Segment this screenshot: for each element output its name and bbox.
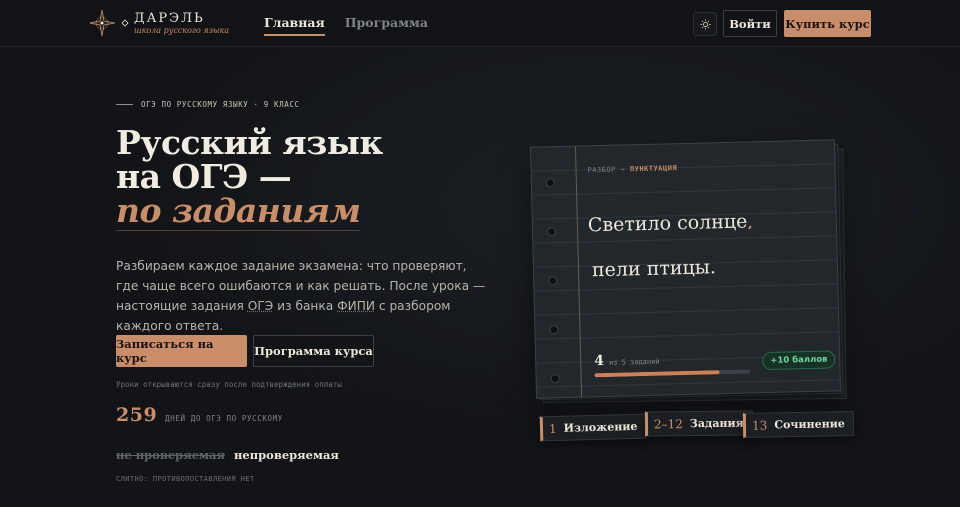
notebook-card-stack: РАЗБОР → ПУНКТУАЦИЯ Светило солнце,, пел… bbox=[529, 139, 847, 404]
eyebrow-dash bbox=[116, 104, 133, 105]
task-progress: 4 из 5 заданий bbox=[594, 349, 755, 378]
tag-label: Задания bbox=[689, 416, 744, 431]
score-badge: +10 баллов bbox=[762, 350, 836, 371]
spelling-rule-note: СЛИТНО: ПРОТИВОПОСТАВЛЕНИЯ НЕТ bbox=[116, 475, 255, 483]
hero-title: Русский язык на ОГЭ — по заданиям bbox=[116, 123, 476, 231]
tag-essay-summary[interactable]: 1 Изложение bbox=[539, 413, 647, 442]
lead-term-fipi: ФИПИ bbox=[337, 299, 375, 313]
countdown-value: 259 bbox=[116, 404, 158, 426]
lead-text-2: из банка bbox=[273, 299, 338, 313]
course-program-button[interactable]: Программа курса bbox=[253, 335, 374, 367]
tag-label: Сочинение bbox=[774, 417, 845, 432]
binder-hole bbox=[549, 325, 559, 335]
tag-label: Изложение bbox=[563, 419, 638, 435]
tag-composition[interactable]: 13 Сочинение bbox=[742, 411, 855, 438]
spelling-correct: непроверяемая bbox=[233, 448, 339, 462]
enroll-button[interactable]: Записаться на курс bbox=[116, 335, 247, 367]
binder-hole bbox=[550, 374, 560, 384]
hero-eyebrow: ОГЭ ПО РУССКОМУ ЯЗЫКУ · 9 КЛАСС bbox=[116, 100, 300, 109]
theme-toggle-button[interactable] bbox=[693, 12, 717, 36]
card-sentence-line2: пели птицы. bbox=[591, 256, 717, 282]
payment-note: Уроки открываются сразу после подтвержде… bbox=[116, 380, 342, 389]
lead-term-oge: ОГЭ bbox=[247, 299, 274, 313]
hero-title-line1: Русский язык bbox=[116, 123, 383, 162]
card-sentence-line1: Светило солнце,, bbox=[588, 210, 750, 236]
exam-countdown: 259 ДНЕЙ ДО ОГЭ ПО РУССКОМУ bbox=[116, 404, 283, 426]
logo[interactable]: ДАРЭЛЬ школа русского языка bbox=[90, 9, 229, 37]
binder-hole bbox=[548, 276, 558, 286]
sun-icon bbox=[699, 18, 711, 30]
binder-hole bbox=[545, 178, 555, 188]
nav-item-home[interactable]: Главная bbox=[264, 15, 325, 36]
notebook-margin-line bbox=[574, 146, 583, 397]
tag-number: 13 bbox=[751, 418, 768, 433]
spelling-wrong: не проверяемая bbox=[116, 448, 225, 462]
eyebrow-text: ОГЭ ПО РУССКОМУ ЯЗЫКУ · 9 КЛАСС bbox=[141, 100, 300, 109]
logo-subtitle: школа русского языка bbox=[134, 25, 230, 35]
nav-item-program[interactable]: Программа bbox=[345, 15, 428, 36]
spelling-example: не проверяемая непроверяемая bbox=[116, 448, 339, 462]
notebook-card: РАЗБОР → ПУНКТУАЦИЯ Светило солнце,, пел… bbox=[529, 139, 842, 399]
main-nav: Главная Программа bbox=[264, 15, 428, 36]
progress-value: 4 bbox=[594, 353, 605, 370]
compass-star-icon bbox=[90, 9, 129, 37]
tag-number: 2–12 bbox=[653, 416, 683, 431]
site-header: ДАРЭЛЬ школа русского языка Главная Прог… bbox=[0, 0, 960, 47]
progress-label: из 5 заданий bbox=[608, 357, 660, 367]
hero-lead: Разбираем каждое задание экзамена: что п… bbox=[116, 256, 486, 336]
comma-mark: ,, bbox=[747, 216, 750, 232]
card-breadcrumb: РАЗБОР → ПУНКТУАЦИЯ bbox=[587, 164, 677, 174]
tag-number: 1 bbox=[548, 421, 557, 436]
card-sentence-text1: Светило солнце bbox=[587, 210, 748, 237]
card-breadcrumb-topic: ПУНКТУАЦИЯ bbox=[629, 164, 678, 174]
binder-hole bbox=[546, 227, 557, 237]
card-breadcrumb-prefix: РАЗБОР → bbox=[587, 165, 626, 175]
countdown-label: ДНЕЙ ДО ОГЭ ПО РУССКОМУ bbox=[165, 414, 283, 423]
buy-course-button[interactable]: Купить курс bbox=[784, 10, 871, 37]
hero-title-accent: по заданиям bbox=[116, 191, 361, 231]
hero-title-line2: на ОГЭ — bbox=[116, 157, 292, 196]
login-button[interactable]: Войти bbox=[723, 10, 777, 37]
hero-title-accent-wrap: по заданиям bbox=[116, 191, 476, 231]
logo-title: ДАРЭЛЬ bbox=[134, 10, 205, 26]
tag-tasks[interactable]: 2–12 Задания bbox=[644, 410, 753, 437]
progress-track bbox=[594, 369, 751, 378]
progress-fill bbox=[594, 370, 720, 378]
